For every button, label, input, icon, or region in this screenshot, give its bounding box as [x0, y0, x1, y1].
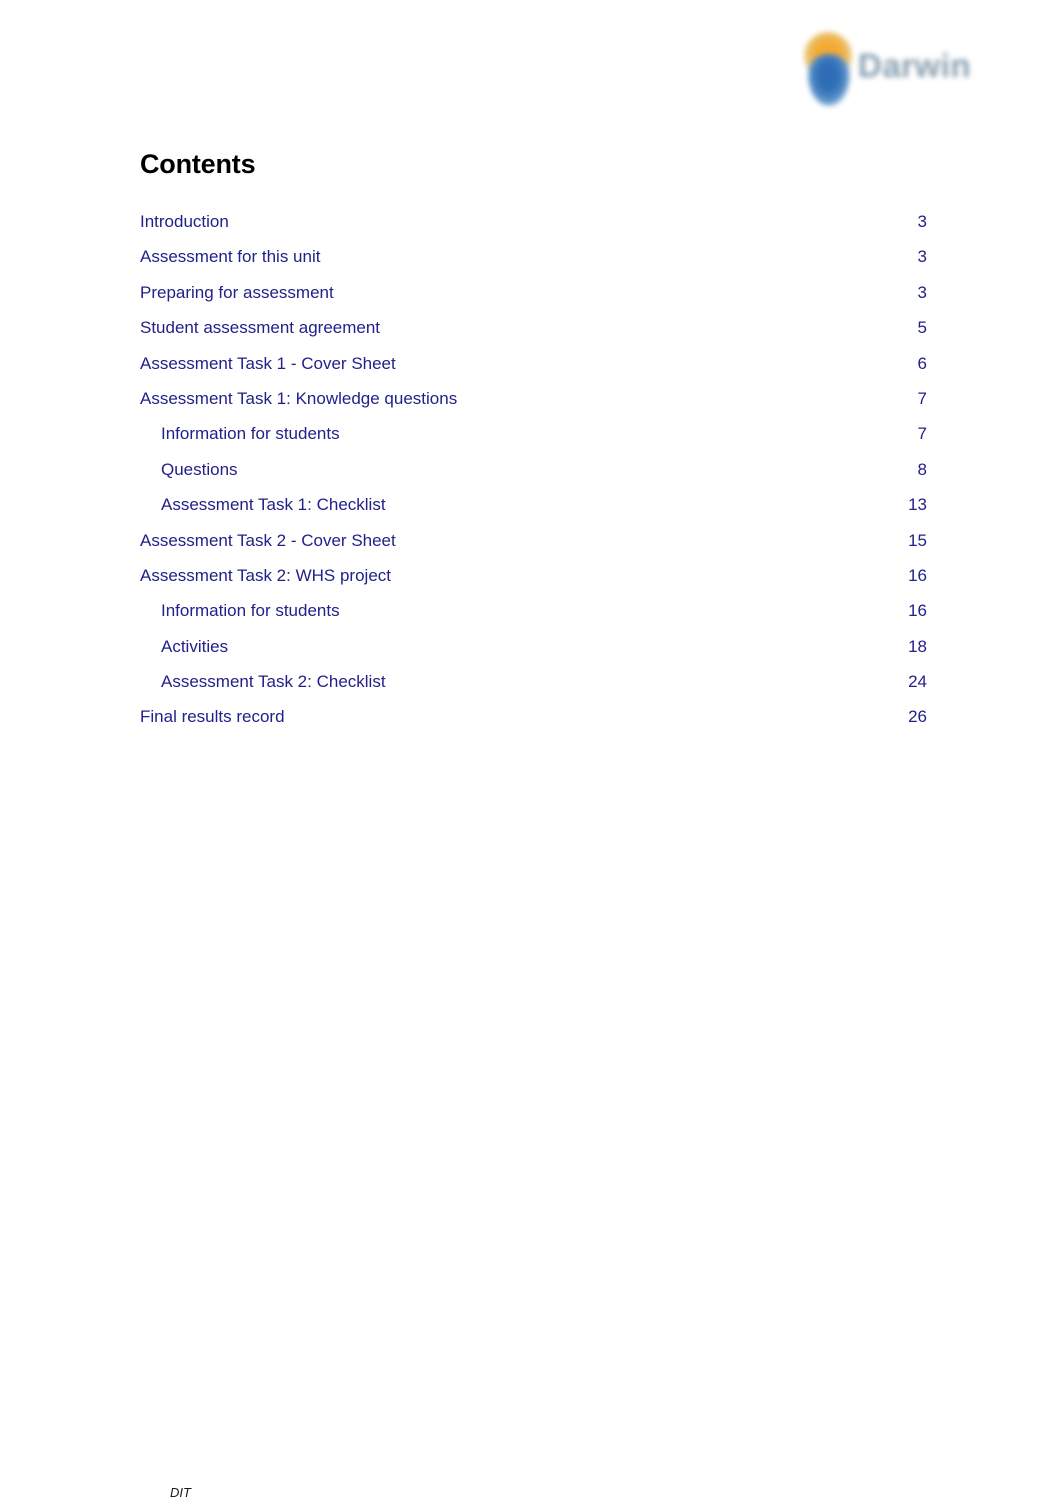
table-of-contents: Introduction 3 Assessment for this unit 3 Pr…	[140, 204, 927, 735]
toc-entry-label: Assessment Task 2: Checklist	[161, 672, 386, 692]
toc-entry-label: Final results record	[140, 707, 285, 727]
toc-entry[interactable]: Assessment Task 1: Knowledge questions 7	[140, 381, 927, 416]
toc-entry-page-number: 16	[908, 601, 927, 621]
toc-entry[interactable]: Questions 8	[140, 452, 927, 487]
toc-entry-label: Student assessment agreement	[140, 318, 381, 338]
toc-entry-page-number: 7	[917, 388, 927, 408]
toc-entry-page-number: 16	[908, 565, 927, 585]
toc-entry[interactable]: Introduction 3	[140, 204, 927, 239]
toc-entry[interactable]: Assessment for this unit 3	[140, 239, 927, 274]
toc-entry[interactable]: Assessment Task 1 - Cover Sheet 6	[140, 346, 927, 381]
toc-entry-page-number: 6	[917, 353, 927, 373]
toc-entry[interactable]: Assessment Task 1: Checklist 13	[140, 487, 927, 522]
toc-entry-label: Assessment Task 2: WHS project	[140, 565, 391, 585]
toc-entry[interactable]: Information for students 7	[140, 416, 927, 451]
toc-entry-page-number: 3	[917, 247, 927, 267]
institution-logo: Darwin	[790, 28, 995, 126]
toc-entry-label: Preparing for assessment	[140, 282, 334, 302]
toc-entry-page-number: 18	[908, 636, 927, 656]
toc-entry[interactable]: Student assessment agreement 5	[140, 310, 927, 345]
toc-entry-page-number: 24	[908, 672, 927, 692]
toc-entry-label: Assessment Task 1: Knowledge questions	[140, 388, 458, 408]
toc-entry-page-number: 5	[917, 318, 927, 338]
toc-entry-label: Activities	[161, 636, 229, 656]
toc-entry-page-number: 13	[908, 495, 927, 515]
toc-entry-label: Information for students	[161, 424, 340, 444]
page-title: Contents	[140, 149, 256, 179]
logo-wordmark: Darwin	[858, 47, 972, 84]
shield-icon	[808, 54, 850, 106]
toc-entry-label: Information for students	[161, 601, 340, 621]
toc-entry-page-number: 7	[917, 424, 927, 444]
toc-entry-page-number: 3	[917, 282, 927, 302]
page-header: Darwin	[0, 0, 1062, 135]
toc-entry-page-number: 15	[908, 530, 927, 550]
toc-entry[interactable]: Preparing for assessment 3	[140, 275, 927, 310]
toc-entry-label: Introduction	[140, 212, 229, 231]
toc-entry-label: Assessment for this unit	[140, 247, 321, 267]
toc-entry-page-number: 3	[917, 212, 927, 231]
toc-entry-page-number: 8	[917, 459, 927, 479]
toc-entry-label: Questions	[161, 459, 238, 479]
toc-entry-page-number: 26	[908, 707, 927, 727]
toc-entry[interactable]: Assessment Task 2 - Cover Sheet 15	[140, 523, 927, 558]
document-page: Darwin Contents Introduction 3 Assessment …	[0, 0, 1062, 1506]
footer-text: DIT	[170, 1485, 191, 1500]
toc-entry-label: Assessment Task 2 - Cover Sheet	[140, 530, 396, 550]
toc-entry[interactable]: Activities 18	[140, 629, 927, 664]
toc-entry[interactable]: Assessment Task 2: WHS project 16	[140, 558, 927, 593]
toc-entry-label: Assessment Task 1: Checklist	[161, 495, 386, 515]
toc-entry[interactable]: Final results record 26	[140, 699, 927, 734]
toc-entry-label: Assessment Task 1 - Cover Sheet	[140, 353, 396, 373]
toc-entry[interactable]: Information for students 16	[140, 593, 927, 628]
sun-shield-logo-mark	[798, 32, 858, 108]
toc-entry[interactable]: Assessment Task 2: Checklist 24	[140, 664, 927, 699]
